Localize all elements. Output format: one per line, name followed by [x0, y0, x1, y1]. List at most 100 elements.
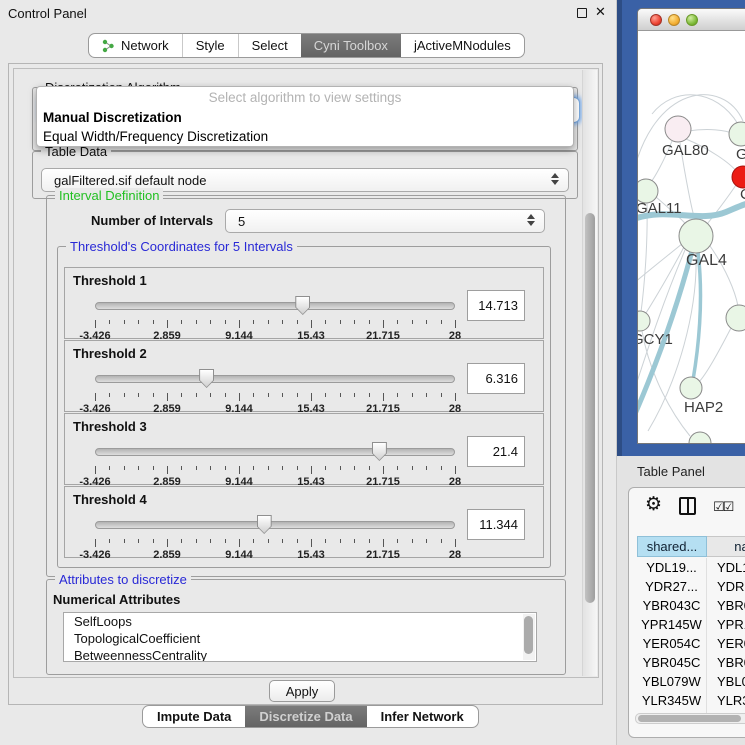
- float-window-icon[interactable]: [577, 8, 587, 18]
- tab-label: Select: [252, 38, 288, 53]
- control-panel-tab-bar: Network Style Select Cyni Toolbox jActiveMNo…: [88, 33, 525, 58]
- tab-network[interactable]: Network: [89, 34, 182, 57]
- slider-thumb[interactable]: [199, 369, 214, 388]
- cyni-panel: Discretization Algorithm Table Data galF…: [8, 63, 603, 705]
- node-label: HAP2: [684, 399, 723, 416]
- close-traffic-light[interactable]: [650, 14, 662, 26]
- slider-tick-labels: -3.4262.8599.14415.4321.71528: [95, 549, 455, 561]
- slider-thumb[interactable]: [372, 442, 387, 461]
- tab-select[interactable]: Select: [238, 34, 301, 57]
- threshold-slider[interactable]: -3.4262.8599.14415.4321.71528: [93, 294, 457, 338]
- cyni-mode-tab-bar: Impute DataDiscretize DataInfer Network: [142, 705, 479, 728]
- slider-track[interactable]: [95, 302, 455, 310]
- table-body: YDL19...YDL1YDR27...YDR2YBR043CYBR0YPR14…: [637, 558, 745, 714]
- column-header[interactable]: shared...: [637, 536, 707, 557]
- column-layout-icon[interactable]: [679, 497, 696, 515]
- node-label: GCY1: [638, 331, 673, 348]
- numerical-attributes-list[interactable]: SelfLoopsTopologicalCoefficientBetweenne…: [63, 612, 537, 662]
- tab-impute-data[interactable]: Impute Data: [143, 706, 245, 727]
- cytoscape-desktop: Control Panel ✕ Network Style Select Cyni T…: [0, 0, 745, 745]
- threshold-panel: Threshold 1 -3.4262.8599.14415.4321.7152…: [64, 267, 544, 339]
- network-node[interactable]: [679, 219, 713, 253]
- control-panel-title: Control Panel: [8, 6, 87, 21]
- vertical-scrollbar[interactable]: [582, 70, 597, 676]
- threshold-value-field[interactable]: 14.713: [467, 290, 525, 321]
- slider-track[interactable]: [95, 521, 455, 529]
- threshold-slider[interactable]: -3.4262.8599.14415.4321.71528: [93, 513, 457, 557]
- attribute-item[interactable]: BetweennessCentrality: [64, 647, 536, 662]
- tab-style[interactable]: Style: [182, 34, 238, 57]
- scrollbar-thumb[interactable]: [638, 715, 741, 722]
- network-node[interactable]: [732, 166, 745, 188]
- table-panel-title: Table Panel: [637, 464, 705, 479]
- network-node[interactable]: [680, 377, 702, 399]
- minimize-traffic-light[interactable]: [668, 14, 680, 26]
- network-window-titlebar[interactable]: [638, 9, 745, 31]
- close-icon[interactable]: ✕: [595, 4, 606, 20]
- table-row[interactable]: YDR27...YDR2: [637, 577, 745, 596]
- attribute-item[interactable]: SelfLoops: [64, 613, 536, 630]
- apply-button[interactable]: Apply: [269, 680, 335, 702]
- slider-track[interactable]: [95, 375, 455, 383]
- threshold-value-field[interactable]: 11.344: [467, 509, 525, 540]
- network-node[interactable]: [689, 432, 711, 444]
- network-node[interactable]: [729, 122, 745, 146]
- network-node[interactable]: [638, 311, 650, 331]
- table-panel: Table Panel ⚙ ☑☑ shared...na YDL19...YDL…: [617, 456, 745, 745]
- table-row[interactable]: YBL079WYBL0: [637, 672, 745, 691]
- gear-icon[interactable]: ⚙: [645, 493, 662, 516]
- threshold-slider[interactable]: -3.4262.8599.14415.4321.71528: [93, 440, 457, 484]
- node-table: ⚙ ☑☑ shared...na YDL19...YDL1YDR27...YDR…: [628, 487, 745, 738]
- horizontal-scrollbar[interactable]: [635, 713, 745, 724]
- dropdown-option-equal-width[interactable]: Equal Width/Frequency Discretization: [37, 127, 573, 146]
- interval-definition-title: Interval Definition: [55, 188, 163, 203]
- scrollbar-thumb[interactable]: [585, 213, 595, 603]
- threshold-value-field[interactable]: 21.4: [467, 436, 525, 467]
- number-of-intervals-select[interactable]: 5: [225, 209, 545, 233]
- node-label: C: [740, 186, 745, 203]
- slider-track[interactable]: [95, 448, 455, 456]
- tab-label: jActiveMNodules: [414, 38, 511, 53]
- table-row[interactable]: YER054CYER0: [637, 634, 745, 653]
- threshold-value-field[interactable]: 6.316: [467, 363, 525, 394]
- network-canvas[interactable]: GAL80GACGAL11GAL4GCY1HHAP2: [638, 31, 745, 444]
- cyni-scrollpane: Discretization Algorithm Table Data galF…: [13, 68, 599, 678]
- attribute-item[interactable]: TopologicalCoefficient: [64, 630, 536, 647]
- numerical-attributes-label: Numerical Attributes: [53, 592, 180, 607]
- table-row[interactable]: YPR145WYPR1: [637, 615, 745, 634]
- network-node[interactable]: [665, 116, 691, 142]
- tab-label: Style: [196, 38, 225, 53]
- slider-ticks: [95, 466, 455, 475]
- dropdown-option-manual[interactable]: Manual Discretization: [37, 108, 573, 127]
- slider-ticks: [95, 320, 455, 329]
- table-header-row: shared...na: [637, 536, 745, 557]
- tab-infer-network[interactable]: Infer Network: [367, 706, 478, 727]
- threshold-slider[interactable]: -3.4262.8599.14415.4321.71528: [93, 367, 457, 411]
- thresholds-group-title: Threshold's Coordinates for 5 Intervals: [66, 239, 297, 254]
- control-panel-titlebar: Control Panel ✕: [0, 0, 616, 26]
- tab-label: Cyni Toolbox: [314, 38, 388, 53]
- tab-jactivemnodules[interactable]: jActiveMNodules: [401, 34, 524, 57]
- thresholds-group: Threshold's Coordinates for 5 Intervals …: [57, 246, 551, 568]
- table-row[interactable]: YBR043CYBR0: [637, 596, 745, 615]
- select-columns-icon[interactable]: ☑☑: [713, 499, 732, 515]
- list-scrollbar[interactable]: [523, 614, 535, 660]
- threshold-panel: Threshold 4 -3.4262.8599.14415.4321.7152…: [64, 486, 544, 558]
- tab-discretize-data[interactable]: Discretize Data: [245, 706, 366, 727]
- node-label: GA: [736, 146, 745, 163]
- network-view-window[interactable]: GAL80GACGAL11GAL4GCY1HHAP2: [637, 8, 745, 444]
- network-node[interactable]: [726, 305, 745, 331]
- slider-thumb[interactable]: [295, 296, 310, 315]
- slider-thumb[interactable]: [257, 515, 272, 534]
- algorithm-dropdown-popup: Select algorithm to view settings Manual…: [36, 86, 574, 147]
- interval-definition-group: Interval Definition Number of Intervals …: [46, 195, 566, 577]
- slider-ticks: [95, 393, 455, 402]
- number-of-intervals-value: 5: [238, 214, 245, 229]
- zoom-traffic-light[interactable]: [686, 14, 698, 26]
- table-row[interactable]: YDL19...YDL1: [637, 558, 745, 577]
- tab-cyni-toolbox[interactable]: Cyni Toolbox: [301, 34, 401, 57]
- table-row[interactable]: YBR045CYBR0: [637, 653, 745, 672]
- table-row[interactable]: YLR345WYLR3: [637, 691, 745, 710]
- threshold-label: Threshold 2: [73, 346, 147, 361]
- column-header[interactable]: na: [707, 536, 745, 557]
